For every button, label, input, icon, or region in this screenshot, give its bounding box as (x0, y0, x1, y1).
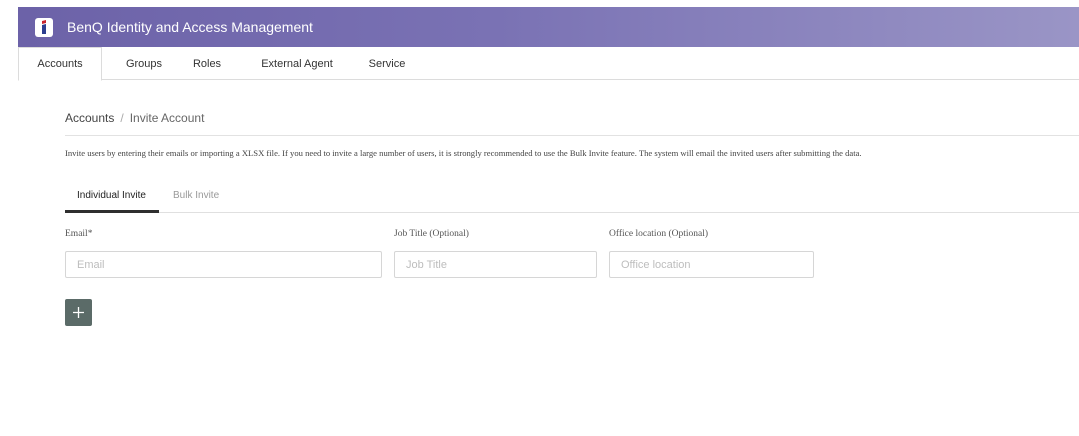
tab-groups-label: Groups (125, 57, 163, 70)
breadcrumb: Accounts / Invite Account (65, 111, 204, 125)
email-label: Email* (65, 229, 93, 239)
benq-logo-icon[interactable] (35, 17, 53, 37)
email-input[interactable] (65, 251, 382, 278)
job-title-label: Job Title (Optional) (394, 229, 469, 239)
tab-external-agent-label: External Agent (261, 57, 333, 70)
tab-roles-label: Roles (192, 57, 222, 70)
plus-icon (73, 307, 84, 318)
app-title: BenQ Identity and Access Management (67, 19, 313, 35)
add-row-button[interactable] (65, 299, 92, 326)
breadcrumb-separator: / (120, 111, 124, 125)
tab-groups[interactable]: Groups (116, 47, 172, 80)
subtab-divider (65, 212, 1079, 213)
tab-bulk-invite[interactable]: Bulk Invite (173, 190, 219, 201)
breadcrumb-divider (65, 135, 1079, 136)
breadcrumb-current: Invite Account (129, 111, 205, 125)
tab-service[interactable]: Service (362, 47, 412, 80)
invite-description: Invite users by entering their emails or… (65, 148, 862, 158)
office-location-label: Office location (Optional) (609, 229, 709, 239)
tab-accounts-label: Accounts (37, 58, 83, 70)
app-header: BenQ Identity and Access Management (18, 7, 1079, 47)
active-tab-indicator (65, 210, 159, 213)
job-title-input[interactable] (394, 251, 597, 278)
tab-external-agent[interactable]: External Agent (251, 47, 343, 80)
tab-service-label: Service (368, 57, 406, 70)
office-location-input[interactable] (609, 251, 814, 278)
top-navigation: Accounts Groups Roles External Agent Ser… (18, 47, 1079, 81)
tab-individual-invite[interactable]: Individual Invite (77, 190, 146, 201)
breadcrumb-accounts-link[interactable]: Accounts (65, 111, 114, 125)
tab-roles[interactable]: Roles (184, 47, 230, 80)
tab-accounts[interactable]: Accounts (18, 47, 102, 81)
